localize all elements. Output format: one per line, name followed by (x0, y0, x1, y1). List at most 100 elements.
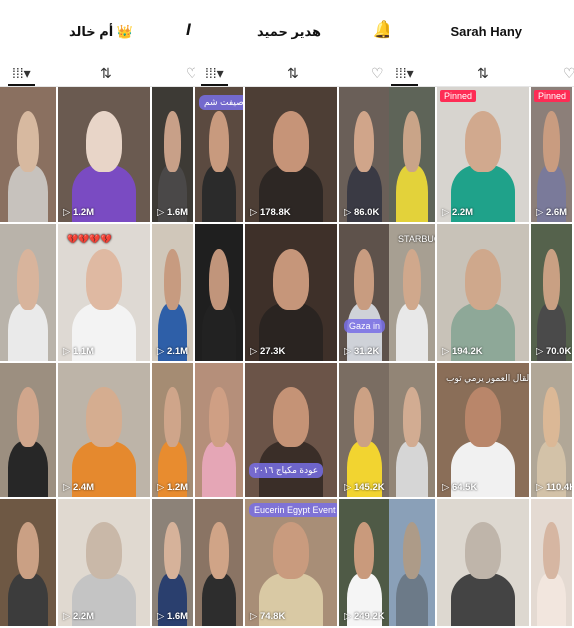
thumbnail-figure-body (202, 440, 236, 497)
thumbnail-figure-head (164, 111, 181, 173)
profile-header: هدير حميد 🔔 (195, 0, 391, 62)
view-count: ▷ 1.1M (63, 346, 94, 357)
profile-panel-left: أم خالد 👑 I ⁞⁞⁞▾ ⇅ ♡ ▷ 1.2M ▷ 1.6M 💔💔💔💔 ▷ 1.1M ▷ … (0, 0, 195, 628)
repost-icon[interactable]: ⇅ (100, 65, 112, 82)
thumbnail-figure-head (16, 387, 40, 448)
thumbnail-figure-head (85, 248, 123, 311)
video-thumbnail[interactable]: ▷ 178.8K (245, 87, 337, 222)
profile-name: Sarah Hany (450, 24, 522, 39)
view-count: ▷ 1.6M (157, 611, 188, 622)
play-icon: ▷ (63, 346, 73, 357)
video-thumbnail[interactable]: Pinned ▷ 2.2M (437, 87, 529, 222)
video-thumbnail[interactable] (0, 363, 56, 497)
grid-icon[interactable]: ⁞⁞⁞▾ (8, 65, 35, 86)
thumbnail-caption: عودة مكياج ٢٠١٦ (249, 463, 324, 478)
grid-icon[interactable]: ⁞⁞⁞▾ (201, 65, 228, 86)
thumbnail-figure-head (272, 248, 310, 311)
video-thumbnail[interactable]: Pinned ▷ 2.6M (531, 87, 572, 222)
profile-name: هدير حميد (256, 24, 321, 39)
video-thumbnail[interactable]: القال العمور يرمي توب ▷ 64.5K (437, 363, 529, 497)
video-thumbnail[interactable]: ▷ 2.2M (58, 499, 150, 626)
view-count: ▷ 178.8K (250, 207, 291, 218)
repost-icon[interactable]: ⇅ (287, 65, 299, 82)
video-thumbnail[interactable]: ▷ 1.6M (152, 87, 193, 222)
video-thumbnail[interactable]: ▷ 2.1M (152, 224, 193, 361)
video-thumbnail[interactable] (195, 499, 243, 626)
thumbnail-figure-head (85, 521, 123, 579)
view-count: ▷ 1.2M (157, 482, 188, 493)
thumbnail-figure-head (209, 387, 229, 448)
view-count-value: 194.2K (451, 346, 483, 357)
video-thumbnail[interactable]: ▷ 249.2K (339, 499, 389, 626)
video-thumbnail[interactable] (389, 363, 435, 497)
video-thumbnail[interactable] (531, 499, 572, 626)
video-thumbnail[interactable]: ▷ 145.2K (339, 363, 389, 497)
thumbnail-caption: Eucerin Egypt Event (249, 503, 337, 517)
video-thumbnail[interactable]: ▷ 110.4K (531, 363, 572, 497)
thumbnail-figure-head (164, 387, 181, 448)
thumbnail-figure-head (209, 111, 229, 173)
thumbnail-caption: 💔💔💔💔 (67, 234, 112, 244)
profile-panel-right: Sarah Hany ⁞⁞⁞▾ ⇅ ♡ Pinned ▷ 2.2M Pinned ▷ 2.6M… (389, 0, 574, 628)
video-thumbnail[interactable]: ▷ 1.2M (58, 87, 150, 222)
thumbnail-figure-head (464, 387, 502, 448)
thumbnail-caption: صيفت شم (199, 95, 243, 110)
video-thumbnail[interactable]: Gaza in ▷ 31.2K (339, 224, 389, 361)
profile-tabs: ⁞⁞⁞▾ ⇅ ♡ (389, 62, 574, 87)
view-count-value: 110.4K (545, 482, 572, 493)
video-grid: ▷ 1.2M ▷ 1.6M 💔💔💔💔 ▷ 1.1M ▷ 2.1M ▷ 2.4M ▷ 1.2M… (0, 87, 195, 628)
thumbnail-figure-body (8, 303, 48, 361)
video-thumbnail[interactable] (437, 499, 529, 626)
view-count-value: 249.2K (353, 611, 385, 622)
repost-icon[interactable]: ⇅ (477, 65, 489, 82)
video-thumbnail[interactable]: ▷ 1.6M (152, 499, 193, 626)
video-thumbnail[interactable]: ▷ 86.0K (339, 87, 389, 222)
video-thumbnail[interactable]: STARBUCKS (389, 224, 435, 361)
thumbnail-figure-body (8, 572, 48, 626)
thumbnail-figure-head (272, 521, 310, 579)
liked-icon[interactable]: ♡ (186, 65, 195, 82)
view-count-value: 64.5K (451, 482, 478, 493)
thumbnail-figure-head (464, 521, 502, 579)
video-grid: Pinned ▷ 2.2M Pinned ▷ 2.6M STARBUCKS ▷ 194.2… (389, 87, 574, 628)
thumbnail-figure-head (354, 521, 374, 579)
video-thumbnail[interactable] (389, 87, 435, 222)
grid-icon[interactable]: ⁞⁞⁞▾ (391, 65, 418, 86)
view-count-value: 2.1M (166, 346, 189, 357)
thumbnail-figure-head (354, 248, 374, 311)
video-thumbnail[interactable]: ▷ 1.2M (152, 363, 193, 497)
video-thumbnail[interactable]: Eucerin Egypt Event ▷ 74.8K (245, 499, 337, 626)
video-thumbnail[interactable]: 💔💔💔💔 ▷ 1.1M (58, 224, 150, 361)
video-thumbnail[interactable]: ▷ 2.4M (58, 363, 150, 497)
video-thumbnail[interactable]: ▷ 70.0K (531, 224, 572, 361)
video-thumbnail[interactable] (195, 224, 243, 361)
video-thumbnail[interactable] (195, 363, 243, 497)
view-count: ▷ 2.2M (63, 611, 94, 622)
thumbnail-figure-head (464, 248, 502, 311)
video-thumbnail[interactable]: ▷ 27.3K (245, 224, 337, 361)
play-icon: ▷ (442, 482, 452, 493)
play-icon: ▷ (442, 207, 452, 218)
play-icon: ▷ (157, 207, 167, 218)
video-thumbnail[interactable] (0, 224, 56, 361)
play-icon: ▷ (63, 611, 73, 622)
view-count: ▷ 2.4M (63, 482, 94, 493)
video-thumbnail[interactable] (0, 87, 56, 222)
view-count-value: 145.2K (353, 482, 385, 493)
thumbnail-figure-head (16, 111, 40, 173)
bold-i-icon[interactable]: I (186, 20, 191, 40)
liked-icon[interactable]: ♡ (371, 65, 384, 82)
thumbnail-figure-head (543, 387, 560, 448)
thumbnail-figure-body (395, 572, 429, 626)
liked-icon[interactable]: ♡ (563, 65, 574, 82)
view-count-value: 2.6M (545, 207, 568, 218)
video-thumbnail[interactable]: صيفت شم (195, 87, 243, 222)
thumbnail-figure-head (402, 521, 422, 579)
video-thumbnail[interactable] (0, 499, 56, 626)
video-thumbnail[interactable] (389, 499, 435, 626)
video-thumbnail[interactable]: عودة مكياج ٢٠١٦ (245, 363, 337, 497)
play-icon: ▷ (250, 207, 260, 218)
thumbnail-caption: STARBUCKS (398, 234, 435, 244)
thumbnail-figure-head (402, 111, 422, 173)
video-thumbnail[interactable]: ▷ 194.2K (437, 224, 529, 361)
